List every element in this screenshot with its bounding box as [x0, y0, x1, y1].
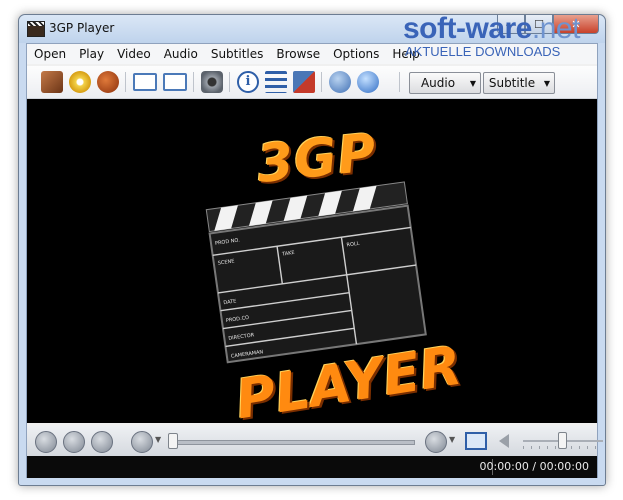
watermark-main: soft-ware — [403, 12, 532, 45]
playback-controls: ▼ ▼ — [27, 426, 603, 456]
open-url-icon[interactable] — [97, 71, 119, 93]
volume-thumb[interactable] — [558, 432, 567, 449]
toolbar: i Audio ▼ Subtitle ▼ — [27, 66, 597, 99]
chevron-down-icon: ▼ — [543, 78, 551, 88]
menu-subtitles[interactable]: Subtitles — [204, 47, 270, 61]
seek-thumb[interactable] — [168, 433, 178, 449]
menu-play[interactable]: Play — [72, 47, 110, 61]
subtitle-dropdown[interactable]: Subtitle ▼ — [483, 72, 555, 94]
playlist-icon[interactable] — [265, 71, 287, 93]
fullscreen-toggle-icon[interactable] — [465, 432, 487, 450]
toolbar-separator — [125, 72, 126, 92]
menu-browse[interactable]: Browse — [269, 47, 326, 61]
status-bar: 00:00:00 / 00:00:00 — [27, 456, 597, 478]
toolbar-separator — [399, 72, 400, 92]
toolbar-separator — [321, 72, 322, 92]
home-icon[interactable] — [329, 71, 351, 93]
app-window: 3GP Player — ☐ ✕ Open Play Video Audio S… — [18, 14, 606, 486]
speaker-icon[interactable] — [499, 434, 509, 448]
window-title: 3GP Player — [49, 21, 115, 35]
video-area[interactable]: 3GP PROD NO. SCENE TAKE ROLL DATE PROD.C… — [27, 99, 597, 431]
screenshot-icon[interactable] — [201, 71, 223, 93]
info-icon[interactable]: i — [237, 71, 259, 93]
watermark-suffix: .net — [531, 12, 581, 45]
menu-video[interactable]: Video — [110, 47, 157, 61]
audio-track-dropdown[interactable]: Audio ▼ — [409, 72, 481, 94]
seek-bar[interactable] — [177, 440, 415, 445]
audio-dropdown-label: Audio — [420, 76, 456, 90]
toolbar-separator — [229, 72, 230, 92]
open-disc-icon[interactable] — [69, 71, 91, 93]
window-icon[interactable] — [133, 73, 157, 91]
open-file-icon[interactable] — [41, 71, 63, 93]
play-button[interactable] — [35, 431, 57, 453]
clapperboard-icon — [27, 21, 45, 37]
watermark-subtitle: AKTUELLE DOWNLOADS — [405, 44, 561, 59]
pause-button[interactable] — [63, 431, 85, 453]
preferences-icon[interactable] — [293, 71, 315, 93]
menu-open[interactable]: Open — [27, 47, 72, 61]
chevron-down-icon[interactable]: ▼ — [155, 435, 161, 444]
time-display: 00:00:00 / 00:00:00 — [479, 460, 589, 473]
chevron-down-icon: ▼ — [469, 78, 477, 88]
fullscreen-icon[interactable] — [163, 73, 187, 91]
toolbar-separator — [193, 72, 194, 92]
watermark-text: soft-ware.net — [403, 14, 580, 44]
help-globe-icon[interactable] — [357, 71, 379, 93]
subtitle-dropdown-label: Subtitle — [488, 76, 536, 90]
client-area: Open Play Video Audio Subtitles Browse O… — [26, 43, 603, 478]
stop-button[interactable] — [91, 431, 113, 453]
forward-button[interactable] — [425, 431, 447, 453]
rewind-button[interactable] — [131, 431, 153, 453]
chevron-down-icon[interactable]: ▼ — [449, 435, 455, 444]
menu-audio[interactable]: Audio — [157, 47, 204, 61]
menu-options[interactable]: Options — [326, 47, 385, 61]
watermark-logo: soft-ware.net AKTUELLE DOWNLOADS — [403, 14, 580, 60]
